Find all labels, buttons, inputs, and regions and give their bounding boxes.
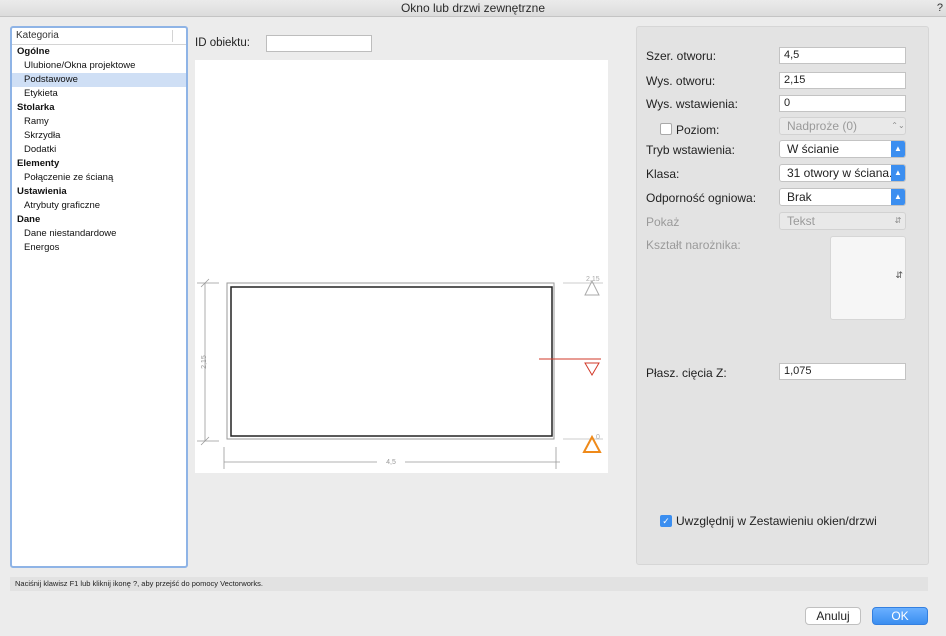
cancel-button[interactable]: Anuluj <box>805 607 861 625</box>
category-group[interactable]: Elementy <box>12 157 186 171</box>
category-item[interactable]: Etykieta <box>12 87 186 101</box>
wst-label: Wys. wstawienia: <box>646 97 738 111</box>
category-item[interactable]: Ulubione/Okna projektowe <box>12 59 186 73</box>
category-list: Ogólne Ulubione/Okna projektowe Podstawowe… <box>12 45 186 255</box>
poziom-checkbox[interactable] <box>660 123 672 135</box>
uwzgl-checkbox[interactable]: ✓ <box>660 515 672 527</box>
window-titlebar: Okno lub drzwi zewnętrzne ? <box>0 0 946 17</box>
object-id-label: ID obiektu: <box>195 37 250 49</box>
category-group[interactable]: Stolarka <box>12 101 186 115</box>
category-item[interactable]: Dane niestandardowe <box>12 227 186 241</box>
pokaz-label: Pokaż <box>646 215 680 229</box>
klasa-label: Klasa: <box>646 167 680 181</box>
bottom-level-mark-text: 0 <box>596 434 600 441</box>
opening-preview: 2,15 4,5 2,15 0 <box>195 60 608 473</box>
category-group[interactable]: Ustawienia <box>12 185 186 199</box>
klasa-select-value: 31 otwory w ściana... <box>787 166 900 180</box>
chevron-updown-icon: ⌃⌄ <box>891 121 905 130</box>
chevron-updown-icon: ⇵ <box>895 270 903 280</box>
wys-input[interactable]: 2,15 <box>779 72 906 89</box>
preview-drawing: 2,15 4,5 2,15 0 <box>197 276 603 469</box>
category-item[interactable]: Skrzydła <box>12 129 186 143</box>
category-item[interactable]: Ramy <box>12 115 186 129</box>
settings-panel: Szer. otworu: 4,5 Wys. otworu: 2,15 Wys.… <box>636 26 929 565</box>
help-icon[interactable]: ? <box>937 0 943 17</box>
category-item[interactable]: Podstawowe <box>12 73 186 87</box>
category-group[interactable]: Dane <box>12 213 186 227</box>
wst-input[interactable]: 0 <box>779 95 906 112</box>
category-panel[interactable]: Kategoria Ogólne Ulubione/Okna projektowe… <box>10 26 188 568</box>
category-header[interactable]: Kategoria <box>12 28 186 45</box>
chevron-updown-icon: ⇵ <box>894 216 902 225</box>
window-title: Okno lub drzwi zewnętrzne <box>400 1 546 15</box>
odp-select[interactable]: Brak ▲ <box>779 188 906 206</box>
category-item[interactable]: Atrybuty graficzne <box>12 199 186 213</box>
ksztalt-label: Kształt narożnika: <box>646 238 741 252</box>
chevron-updown-icon: ▲ <box>891 141 905 157</box>
uwzgl-label: Uwzględnij w Zestawieniu okien/drzwi <box>676 514 877 528</box>
chevron-updown-icon: ▲ <box>891 189 905 205</box>
tryb-select-value: W ścianie <box>787 142 840 156</box>
height-dimension-text: 2,15 <box>201 355 208 369</box>
category-item[interactable]: Energos <box>12 241 186 255</box>
szer-label: Szer. otworu: <box>646 49 717 63</box>
klasa-select[interactable]: 31 otwory w ściana... ▲ <box>779 164 906 182</box>
poziom-label: Poziom: <box>676 123 720 137</box>
frame-inner <box>230 286 553 437</box>
category-group[interactable]: Ogólne <box>12 45 186 59</box>
szer-input[interactable]: 4,5 <box>779 47 906 64</box>
category-item[interactable]: Dodatki <box>12 143 186 157</box>
tryb-label: Tryb wstawienia: <box>646 143 735 157</box>
plasz-label: Płasz. cięcia Z: <box>646 366 727 380</box>
poziom-select: Nadproże (0) ⌃⌄ <box>779 117 906 135</box>
odp-select-value: Brak <box>787 190 812 204</box>
plasz-input[interactable]: 1,075 <box>779 363 906 380</box>
poziom-select-value: Nadproże (0) <box>787 119 858 133</box>
frame-outer <box>226 282 555 440</box>
ok-button[interactable]: OK <box>872 607 928 625</box>
top-level-mark-text: 2,15 <box>586 276 600 283</box>
cut-plane-marker-icon <box>584 362 600 376</box>
odp-label: Odporność ogniowa: <box>646 191 757 205</box>
chevron-updown-icon: ▲ <box>891 165 905 181</box>
ksztalt-listbox: ⇵ <box>830 236 906 320</box>
width-dimension-text: 4,5 <box>386 459 396 466</box>
category-item[interactable]: Połączenie ze ścianą <box>12 171 186 185</box>
object-id-input[interactable] <box>266 35 372 52</box>
pokaz-select-value: Tekst <box>787 214 816 228</box>
pokaz-select: Tekst ⇵ <box>779 212 906 230</box>
help-status-bar: Naciśnij klawisz F1 lub kliknij ikonę ?,… <box>10 577 928 591</box>
wys-label: Wys. otworu: <box>646 74 716 88</box>
tryb-select[interactable]: W ścianie ▲ <box>779 140 906 158</box>
